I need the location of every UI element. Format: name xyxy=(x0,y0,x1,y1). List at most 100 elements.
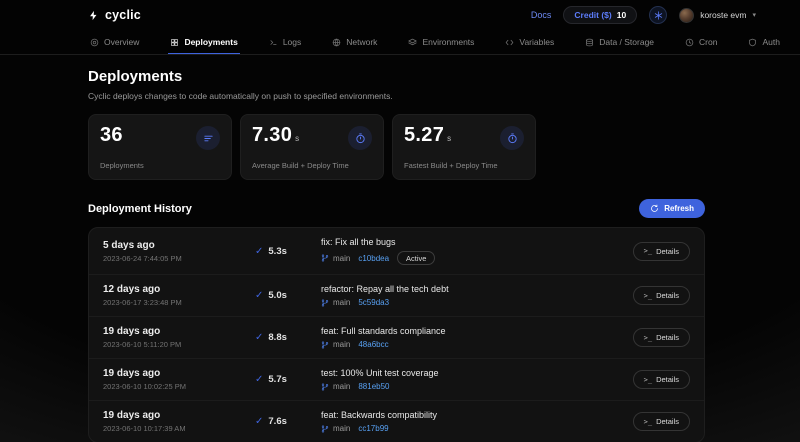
credit-label: Credit ($) xyxy=(574,10,611,20)
relative-time: 12 days ago xyxy=(103,284,255,295)
details-button[interactable]: >_ Details xyxy=(633,242,690,261)
bolt-icon xyxy=(88,9,99,22)
tab-auth[interactable]: Auth xyxy=(746,30,782,54)
deployment-history-list: 5 days ago 2023-06-24 7:44:05 PM ✓ 5.3s … xyxy=(88,227,705,442)
commit-message: feat: Backwards compatibility xyxy=(321,410,620,420)
branch: main xyxy=(321,340,350,349)
tab-data-storage[interactable]: Data / Storage xyxy=(583,30,656,54)
credit-button[interactable]: Credit ($) 10 xyxy=(563,6,637,24)
username: koroste evm xyxy=(700,10,746,20)
page-subtitle: Cyclic deploys changes to code automatic… xyxy=(88,91,705,101)
main-content: Deployments Cyclic deploys changes to co… xyxy=(88,55,705,442)
timestamp: 2023-06-24 7:44:05 PM xyxy=(103,254,255,263)
commit-hash[interactable]: 5c59da3 xyxy=(358,298,389,307)
details-button[interactable]: >_ Details xyxy=(633,328,690,347)
git-branch-icon xyxy=(321,254,329,262)
commit-hash[interactable]: c10bdea xyxy=(358,254,389,263)
branch: main xyxy=(321,298,350,307)
snowflake-icon xyxy=(654,11,663,20)
refresh-button[interactable]: Refresh xyxy=(639,199,705,218)
timer-icon xyxy=(500,126,524,150)
build-duration: 7.6s xyxy=(268,416,287,427)
page-title: Deployments xyxy=(88,68,705,85)
logo-text: cyclic xyxy=(105,8,141,22)
user-menu[interactable]: koroste evm ▾ xyxy=(679,8,756,23)
branch: main xyxy=(321,254,350,263)
relative-time: 19 days ago xyxy=(103,410,255,421)
credit-value: 10 xyxy=(617,10,626,20)
history-title: Deployment History xyxy=(88,203,192,215)
tab-variables[interactable]: Variables xyxy=(503,30,556,54)
git-branch-icon xyxy=(321,341,329,349)
refresh-icon xyxy=(650,204,659,213)
branch: main xyxy=(321,382,350,391)
commit-hash[interactable]: 881eb50 xyxy=(358,382,389,391)
timestamp: 2023-06-10 10:02:25 PM xyxy=(103,382,255,391)
stat-label: Fastest Build + Deploy Time xyxy=(404,161,524,170)
stat-value: 5.27s xyxy=(404,124,451,147)
database-icon xyxy=(585,38,594,47)
stat-card-fastest-time: 5.27s Fastest Build + Deploy Time xyxy=(392,114,536,180)
terminal-icon: >_ xyxy=(644,247,652,255)
chevron-down-icon: ▾ xyxy=(752,11,756,19)
avatar xyxy=(679,8,694,23)
commit-hash[interactable]: 48a6bcc xyxy=(358,340,388,349)
details-button[interactable]: >_ Details xyxy=(633,412,690,431)
tab-environments[interactable]: Environments xyxy=(406,30,476,54)
timer-icon xyxy=(348,126,372,150)
build-duration: 5.0s xyxy=(268,290,287,301)
target-icon xyxy=(90,38,99,47)
grid-icon xyxy=(170,38,179,47)
deployment-row: 12 days ago 2023-06-17 3:23:48 PM ✓ 5.0s… xyxy=(89,275,704,317)
tab-deployments[interactable]: Deployments xyxy=(168,30,239,54)
branch: main xyxy=(321,424,350,433)
deployment-row: 19 days ago 2023-06-10 10:17:39 AM ✓ 7.6… xyxy=(89,401,704,442)
build-duration: 5.3s xyxy=(268,246,287,257)
git-branch-icon xyxy=(321,299,329,307)
relative-time: 19 days ago xyxy=(103,368,255,379)
relative-time: 5 days ago xyxy=(103,240,255,251)
check-icon: ✓ xyxy=(255,416,263,427)
terminal-icon: >_ xyxy=(644,418,652,426)
deployment-row: 19 days ago 2023-06-10 10:02:25 PM ✓ 5.7… xyxy=(89,359,704,401)
terminal-icon xyxy=(269,38,278,47)
tab-logs[interactable]: Logs xyxy=(267,30,303,54)
stat-label: Deployments xyxy=(100,161,220,170)
commit-message: test: 100% Unit test coverage xyxy=(321,368,620,378)
stat-label: Average Build + Deploy Time xyxy=(252,161,372,170)
check-icon: ✓ xyxy=(255,332,263,343)
tab-network[interactable]: Network xyxy=(330,30,379,54)
cyclic-logo[interactable]: cyclic xyxy=(88,8,141,22)
shield-icon xyxy=(748,38,757,47)
terminal-icon: >_ xyxy=(644,334,652,342)
docs-link[interactable]: Docs xyxy=(531,10,552,20)
main-nav: Overview Deployments Logs Network Enviro… xyxy=(0,30,800,55)
check-icon: ✓ xyxy=(255,374,263,385)
git-branch-icon xyxy=(321,425,329,433)
status-badge: Active xyxy=(397,251,435,265)
terminal-icon: >_ xyxy=(644,376,652,384)
check-icon: ✓ xyxy=(255,290,263,301)
relative-time: 19 days ago xyxy=(103,326,255,337)
commit-message: refactor: Repay all the tech debt xyxy=(321,284,620,294)
terminal-icon: >_ xyxy=(644,292,652,300)
tab-cron[interactable]: Cron xyxy=(683,30,719,54)
commit-message: fix: Fix all the bugs xyxy=(321,237,620,247)
snowflake-button[interactable] xyxy=(649,6,667,24)
stat-value: 7.30s xyxy=(252,124,299,147)
commit-message: feat: Full standards compliance xyxy=(321,326,620,336)
commit-hash[interactable]: cc17b99 xyxy=(358,424,388,433)
timestamp: 2023-06-17 3:23:48 PM xyxy=(103,298,255,307)
deployment-row: 19 days ago 2023-06-10 5:11:20 PM ✓ 8.8s… xyxy=(89,317,704,359)
details-button[interactable]: >_ Details xyxy=(633,370,690,389)
check-icon: ✓ xyxy=(255,246,263,257)
tab-overview[interactable]: Overview xyxy=(88,30,141,54)
globe-icon xyxy=(332,38,341,47)
details-button[interactable]: >_ Details xyxy=(633,286,690,305)
layers-icon xyxy=(408,38,417,47)
code-icon xyxy=(505,38,514,47)
top-header: cyclic Docs Credit ($) 10 koroste evm ▾ xyxy=(0,0,800,30)
list-bars-icon xyxy=(196,126,220,150)
stat-card-deployments: 36 Deployments xyxy=(88,114,232,180)
stat-card-average-time: 7.30s Average Build + Deploy Time xyxy=(240,114,384,180)
